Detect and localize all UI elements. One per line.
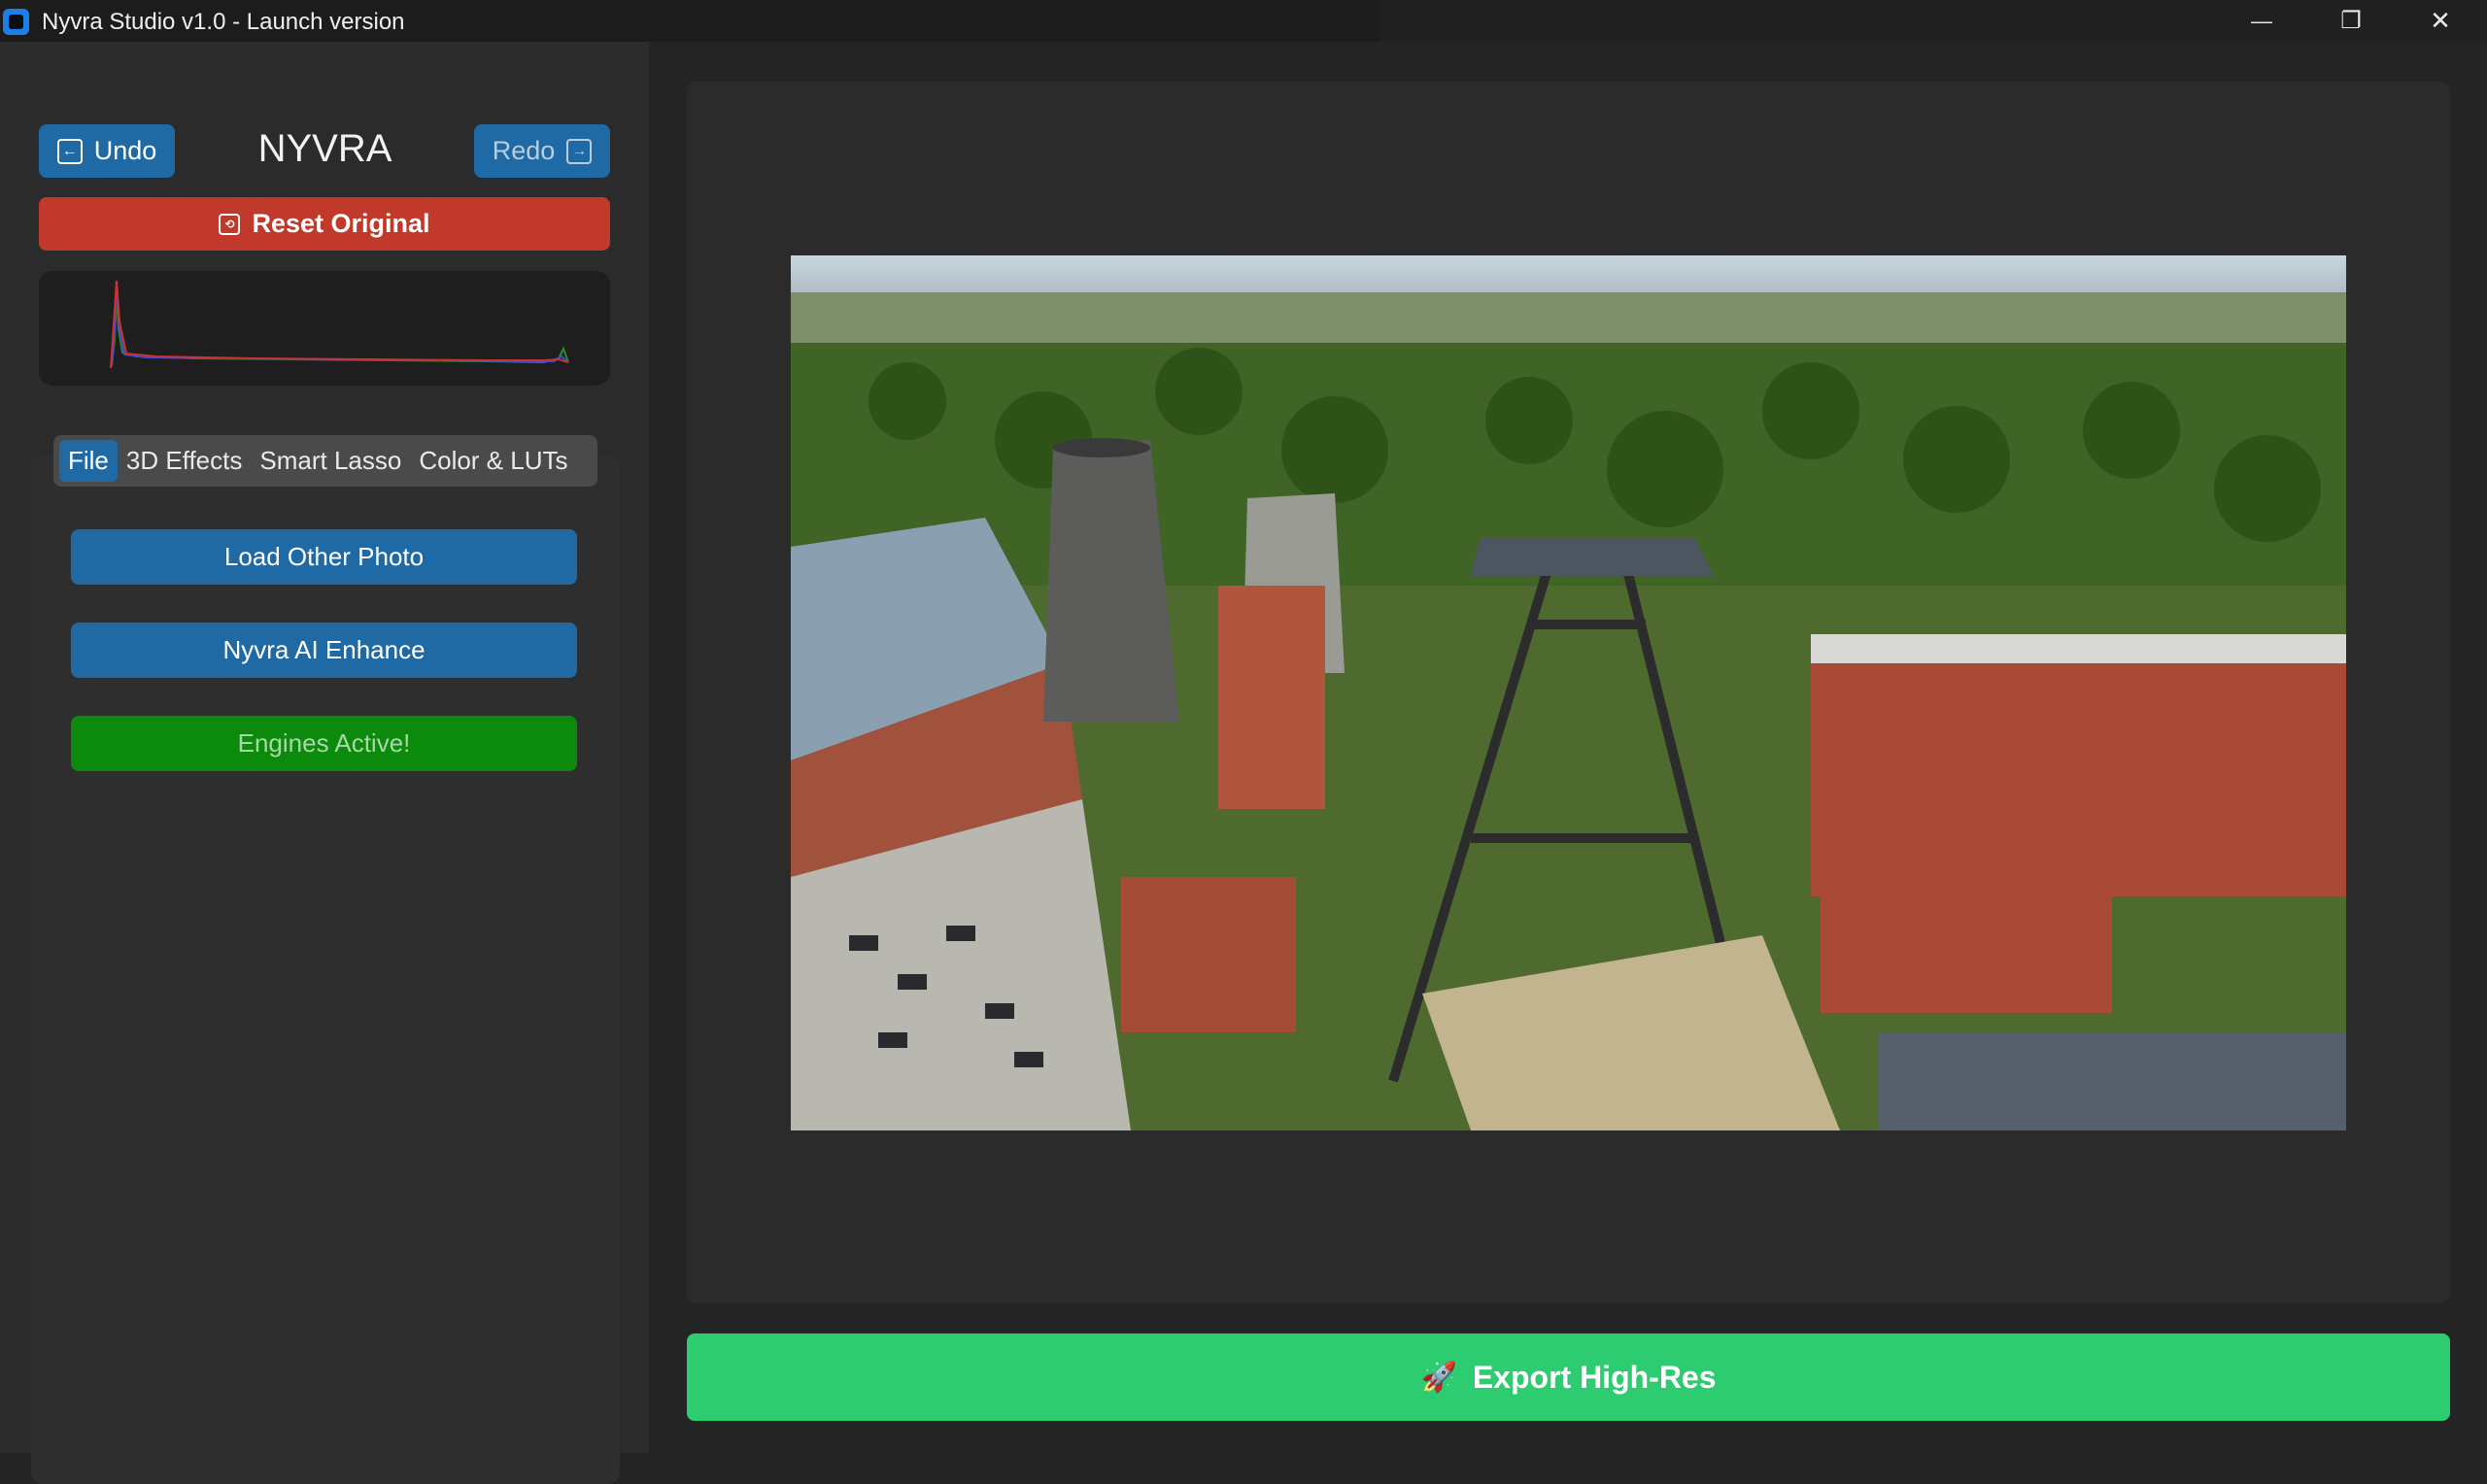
export-label: Export High-Res [1472, 1359, 1717, 1395]
ai-enhance-button[interactable]: Nyvra AI Enhance [71, 623, 577, 678]
brand-title: NYVRA [257, 127, 392, 170]
histogram [39, 271, 610, 386]
maximize-button[interactable]: ❐ [2306, 0, 2396, 42]
reset-original-button[interactable]: ⟲ Reset Original [39, 197, 610, 251]
redo-button[interactable]: Redo → [474, 124, 610, 178]
photo-preview[interactable] [791, 255, 2346, 1130]
rocket-icon: 🚀 [1420, 1361, 1457, 1394]
window-title: Nyvra Studio v1.0 - Launch version [42, 9, 405, 35]
close-icon: ✕ [2430, 6, 2451, 35]
title-bar: Nyvra Studio v1.0 - Launch version — ❐ ✕ [0, 0, 2487, 42]
arrow-left-box-icon: ← [56, 138, 83, 164]
minimize-button[interactable]: — [2217, 0, 2306, 42]
tab-bar: File 3D Effects Smart Lasso Color & LUTs [53, 435, 597, 487]
close-button[interactable]: ✕ [2396, 0, 2485, 42]
tab-3d-effects[interactable]: 3D Effects [118, 440, 251, 482]
sidebar: ← Undo NYVRA Redo → ⟲ Reset Original Fil… [0, 42, 649, 1484]
undo-label: Undo [93, 136, 157, 165]
engines-active-button[interactable]: Engines Active! [71, 716, 577, 771]
reset-label: Reset Original [252, 209, 430, 238]
undo-button[interactable]: ← Undo [39, 124, 175, 178]
export-high-res-button[interactable]: 🚀 Export High-Res [687, 1333, 2450, 1421]
tools-panel [31, 455, 620, 1484]
minimize-icon: — [2251, 8, 2272, 33]
aerial-photo-image [791, 255, 2346, 1130]
restore-icon: ⟲ [219, 213, 241, 235]
tab-file[interactable]: File [59, 440, 118, 482]
redo-label: Redo [492, 136, 556, 165]
tab-color-luts[interactable]: Color & LUTs [410, 440, 576, 482]
restore-window-icon: ❐ [2340, 8, 2362, 34]
histogram-graph [110, 280, 569, 369]
app-icon [3, 9, 29, 35]
load-other-photo-button[interactable]: Load Other Photo [71, 529, 577, 585]
arrow-right-box-icon: → [566, 138, 593, 164]
tab-smart-lasso[interactable]: Smart Lasso [251, 440, 410, 482]
